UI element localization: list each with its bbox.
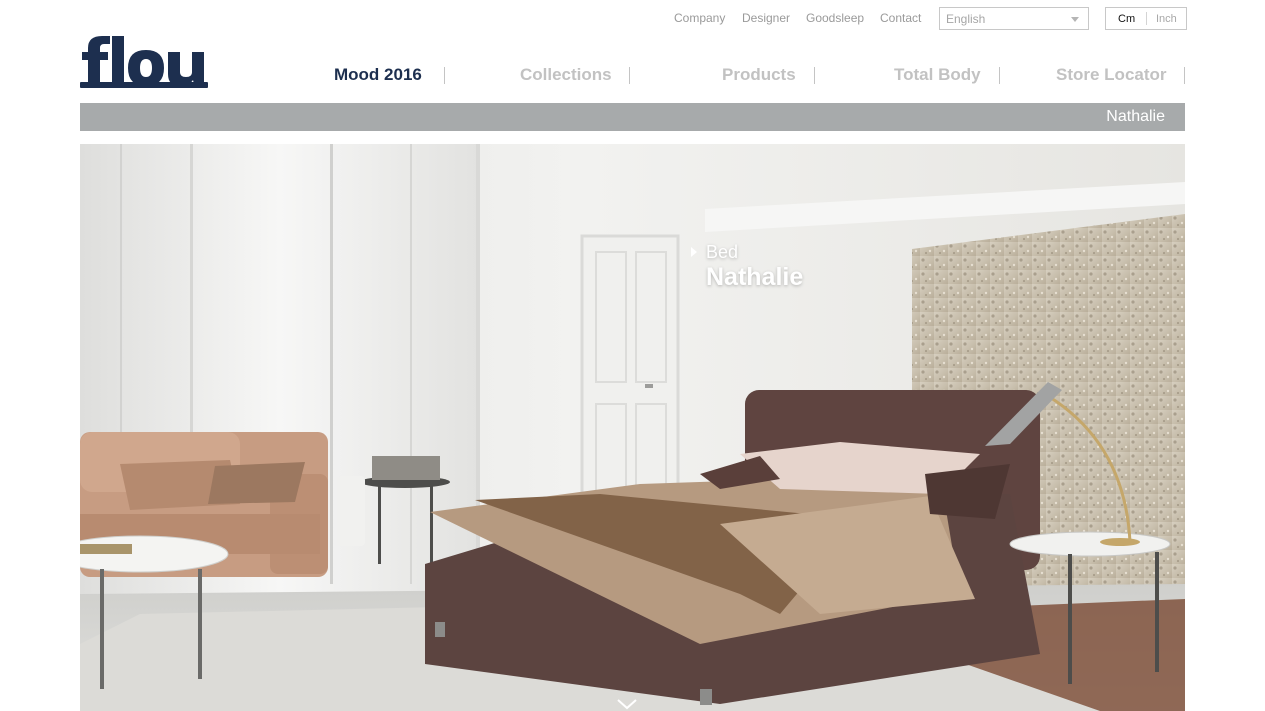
- breadcrumb-current: Nathalie: [1106, 108, 1165, 125]
- nav-collections[interactable]: Collections: [520, 65, 612, 85]
- nav-products[interactable]: Products: [722, 65, 796, 85]
- nav-total-body[interactable]: Total Body: [894, 65, 981, 85]
- designer-link[interactable]: Designer: [742, 11, 790, 25]
- hero-category: Bed: [706, 242, 739, 262]
- unit-divider: [1146, 12, 1147, 25]
- company-link[interactable]: Company: [674, 11, 725, 25]
- utility-bar: Company Designer Goodsleep Contact Engli…: [0, 0, 1265, 36]
- nav-divider: [999, 67, 1000, 84]
- contact-link[interactable]: Contact: [880, 11, 921, 25]
- language-select[interactable]: English: [939, 7, 1089, 30]
- chevron-down-icon: [1071, 17, 1079, 22]
- goodsleep-link[interactable]: Goodsleep: [806, 11, 864, 25]
- nav-divider: [1184, 67, 1185, 84]
- nav-mood-2016[interactable]: Mood 2016: [334, 65, 422, 85]
- unit-toggle: Cm Inch: [1105, 7, 1187, 30]
- caret-right-icon: [691, 247, 697, 257]
- hero-product-name: Nathalie: [706, 263, 804, 291]
- scroll-down-chevron-icon[interactable]: [616, 697, 638, 711]
- nav-divider: [814, 67, 815, 84]
- unit-cm[interactable]: Cm: [1118, 13, 1135, 25]
- nav-divider: [629, 67, 630, 84]
- nav-divider: [444, 67, 445, 84]
- unit-inch[interactable]: Inch: [1156, 13, 1177, 25]
- nav-store-locator[interactable]: Store Locator: [1056, 65, 1167, 85]
- bedroom-scene-illustration: [80, 144, 1185, 711]
- hero-caption[interactable]: Bed Nathalie: [691, 242, 804, 292]
- breadcrumb: Nathalie: [80, 103, 1185, 131]
- hero-image: Bed Nathalie: [80, 144, 1185, 711]
- language-value: English: [946, 12, 986, 26]
- main-nav: Mood 2016 Collections Products Total Bod…: [0, 60, 1265, 90]
